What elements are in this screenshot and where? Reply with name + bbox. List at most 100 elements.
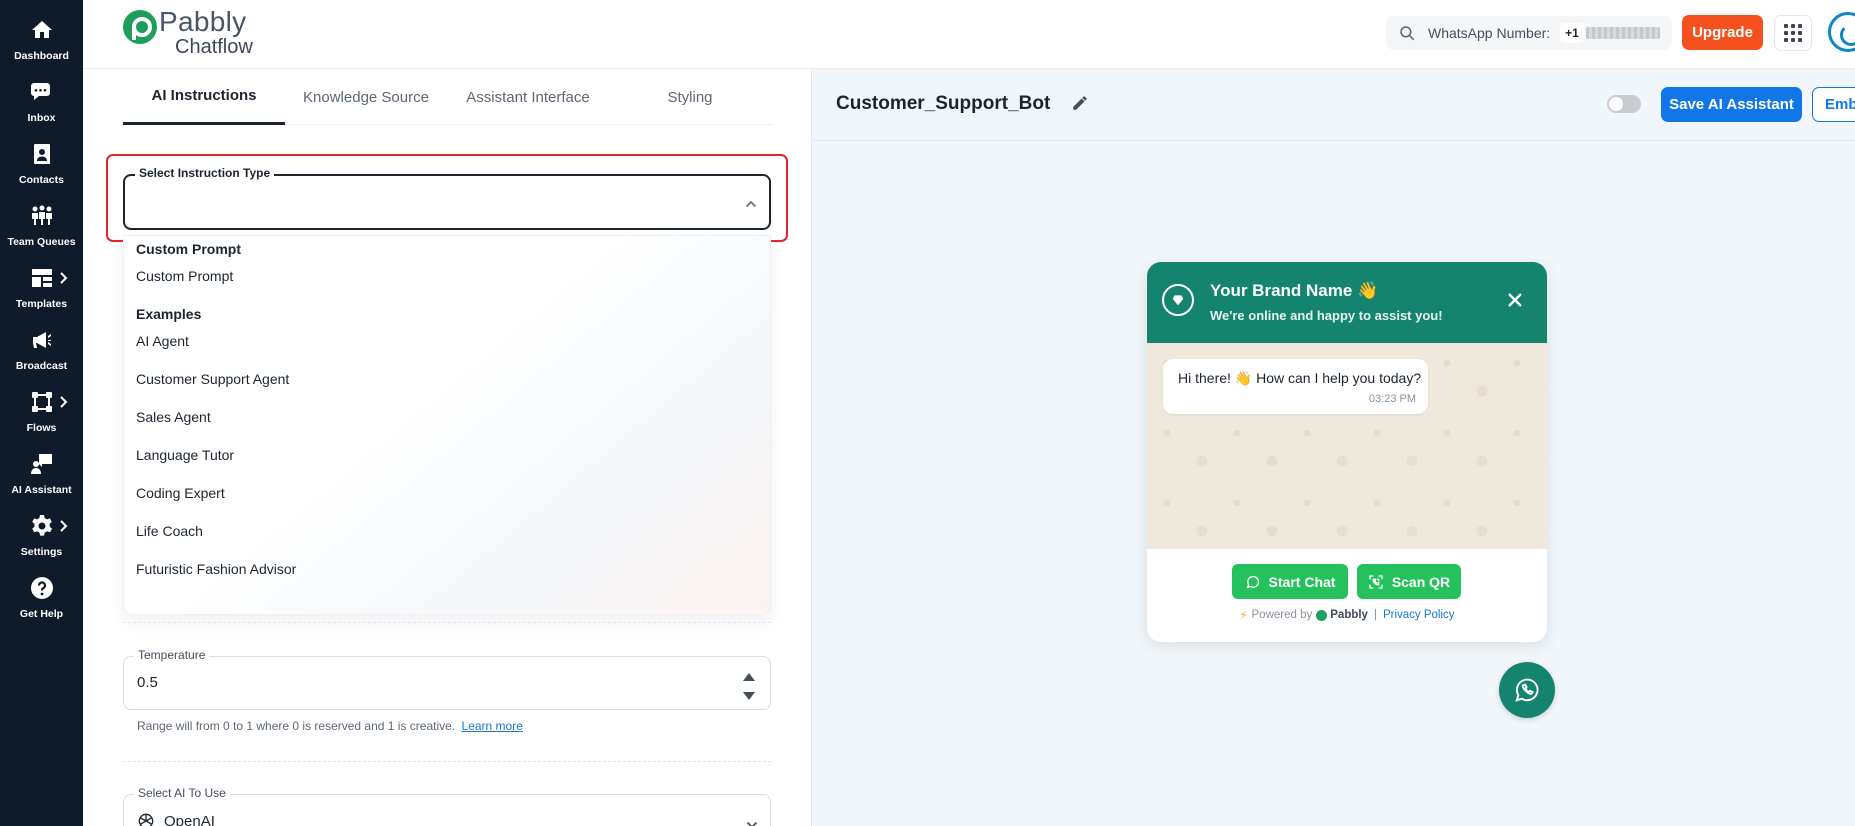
divider <box>123 761 771 762</box>
sidebar-item-broadcast[interactable]: Broadcast <box>0 310 83 372</box>
dropdown-option-futuristic-fashion-advisor[interactable]: Futuristic Fashion Advisor <box>124 552 770 586</box>
lightning-icon: ⚡ <box>1239 610 1248 622</box>
qr-scan-icon <box>1369 574 1383 589</box>
instruction-type-select[interactable]: Select Instruction Type <box>123 166 771 230</box>
divider <box>123 622 771 623</box>
whatsapp-country-code: +1 <box>1560 23 1584 43</box>
dropdown-option-language-tutor[interactable]: Language Tutor <box>124 438 770 472</box>
sidebar-item-ai-assistant[interactable]: AI Assistant <box>0 434 83 496</box>
sidebar-item-contacts[interactable]: Contacts <box>0 124 83 186</box>
openai-icon <box>138 813 154 826</box>
instruction-type-label: Select Instruction Type <box>135 166 275 180</box>
sidebar-item-team-queues[interactable]: Team Queues <box>0 186 83 248</box>
sidebar-item-label: Flows <box>26 422 57 434</box>
pabbly-logo-icon <box>1316 609 1328 621</box>
sidebar-item-flows[interactable]: Flows <box>0 372 83 434</box>
sidebar-item-label: Broadcast <box>15 360 68 372</box>
whatsapp-number-label: WhatsApp Number: <box>1428 25 1551 41</box>
sidebar-item-label: AI Assistant <box>11 484 72 496</box>
grid-icon <box>1784 24 1802 42</box>
powered-by-text: Powered by <box>1251 609 1313 621</box>
dropdown-option-custom-prompt[interactable]: Custom Prompt <box>124 259 770 293</box>
dropdown-option-life-coach[interactable]: Life Coach <box>124 514 770 548</box>
privacy-policy-link[interactable]: Privacy Policy <box>1383 609 1455 621</box>
sidebar: Dashboard Inbox Contacts Team Queues Tem… <box>0 0 83 826</box>
sidebar-item-dashboard[interactable]: Dashboard <box>0 0 83 62</box>
start-chat-button[interactable]: Start Chat <box>1232 564 1348 599</box>
dropdown-group-header: Examples <box>136 306 202 322</box>
top-header: Pabbly Chatflow WhatsApp Number: +1 Upgr… <box>83 0 1855 69</box>
sidebar-item-label: Templates <box>15 298 68 310</box>
sidebar-item-label: Inbox <box>27 112 56 124</box>
scan-qr-label: Scan QR <box>1391 573 1451 590</box>
upgrade-button[interactable]: Upgrade <box>1682 15 1763 50</box>
bot-name: Customer_Support_Bot <box>836 93 1051 114</box>
chat-background: Hi there! 👋 How can I help you today? 03… <box>1147 343 1547 549</box>
whatsapp-number-selector[interactable]: WhatsApp Number: +1 <box>1386 16 1672 50</box>
assistant-active-toggle[interactable] <box>1607 95 1641 113</box>
whatsapp-icon <box>1246 575 1259 588</box>
template-icon <box>31 269 52 287</box>
sidebar-item-label: Dashboard <box>14 50 69 62</box>
search-icon <box>1400 26 1415 41</box>
ai-assistant-icon <box>30 454 52 474</box>
chat-message-bubble: Hi there! 👋 How can I help you today? 03… <box>1163 359 1428 414</box>
separator: | <box>1373 609 1377 621</box>
tab-styling[interactable]: Styling <box>609 69 771 125</box>
contact-card-icon <box>33 144 50 164</box>
apps-menu-button[interactable] <box>1774 15 1812 51</box>
decrement-arrow-icon[interactable] <box>742 688 756 700</box>
temperature-value: 0.5 <box>137 674 158 691</box>
brand-name: Your Brand Name 👋 <box>1210 281 1379 300</box>
chat-icon <box>30 83 50 100</box>
sidebar-item-templates[interactable]: Templates <box>0 248 83 310</box>
widget-header: Your Brand Name 👋 We're online and happy… <box>1147 262 1547 343</box>
whatsapp-floating-button[interactable] <box>1499 662 1555 718</box>
sidebar-item-inbox[interactable]: Inbox <box>0 62 83 124</box>
ai-model-name: OpenAI <box>164 812 215 826</box>
ai-model-select[interactable]: Select AI To Use OpenAI <box>123 786 771 826</box>
megaphone-icon <box>32 332 51 348</box>
learn-more-link[interactable]: Learn more <box>462 719 523 733</box>
save-ai-assistant-button[interactable]: Save AI Assistant <box>1661 87 1802 122</box>
ai-model-label: Select AI To Use <box>134 786 230 800</box>
chat-message-time: 03:23 PM <box>1368 393 1416 405</box>
dropdown-option-ai-agent[interactable]: AI Agent <box>124 324 770 358</box>
chevron-up-icon <box>745 196 757 208</box>
sidebar-item-settings[interactable]: Settings <box>0 496 83 558</box>
dropdown-option-sales-agent[interactable]: Sales Agent <box>124 400 770 434</box>
assistant-header: Customer_Support_Bot Save AI Assistant E… <box>812 69 1855 141</box>
ai-settings-panel: AI Instructions Knowledge Source Assista… <box>83 69 812 826</box>
chevron-right-icon <box>59 519 69 533</box>
dropdown-group-header: Custom Prompt <box>136 241 241 257</box>
chevron-down-icon <box>746 817 758 826</box>
temperature-input[interactable]: Temperature 0.5 <box>123 648 771 710</box>
gear-icon <box>31 515 52 536</box>
chat-widget-preview: Your Brand Name 👋 We're online and happy… <box>1147 262 1547 642</box>
logo-icon <box>123 10 157 44</box>
instruction-type-dropdown: Custom Prompt Custom Prompt Examples AI … <box>123 235 771 615</box>
pabbly-chatflow-logo[interactable]: Pabbly Chatflow <box>123 8 253 60</box>
sidebar-item-label: Contacts <box>19 174 64 186</box>
account-avatar[interactable] <box>1828 12 1855 52</box>
flow-icon <box>31 392 52 412</box>
chevron-right-icon <box>59 395 69 409</box>
embed-button[interactable]: Embed <box>1812 87 1855 122</box>
sidebar-item-get-help[interactable]: Get Help <box>0 558 83 620</box>
increment-arrow-icon[interactable] <box>742 669 756 681</box>
dropdown-option-coding-expert[interactable]: Coding Expert <box>124 476 770 510</box>
sidebar-item-label: Get Help <box>19 608 64 620</box>
pencil-edit-icon[interactable] <box>1071 94 1091 114</box>
scan-qr-button[interactable]: Scan QR <box>1357 564 1461 599</box>
tab-knowledge-source[interactable]: Knowledge Source <box>285 69 447 125</box>
logo-text-line1: Pabbly <box>159 6 247 37</box>
chat-message-text: Hi there! 👋 How can I help you today? <box>1178 370 1422 386</box>
redacted-phone-number <box>1585 27 1660 39</box>
logo-text-line2: Chatflow <box>175 36 253 58</box>
close-icon[interactable] <box>1507 292 1525 310</box>
brand-subtitle: We're online and happy to assist you! <box>1210 308 1443 323</box>
tab-ai-instructions[interactable]: AI Instructions <box>123 69 285 125</box>
dropdown-option-customer-support-agent[interactable]: Customer Support Agent <box>124 362 770 396</box>
chevron-right-icon <box>59 271 69 285</box>
tab-assistant-interface[interactable]: Assistant Interface <box>447 69 609 125</box>
